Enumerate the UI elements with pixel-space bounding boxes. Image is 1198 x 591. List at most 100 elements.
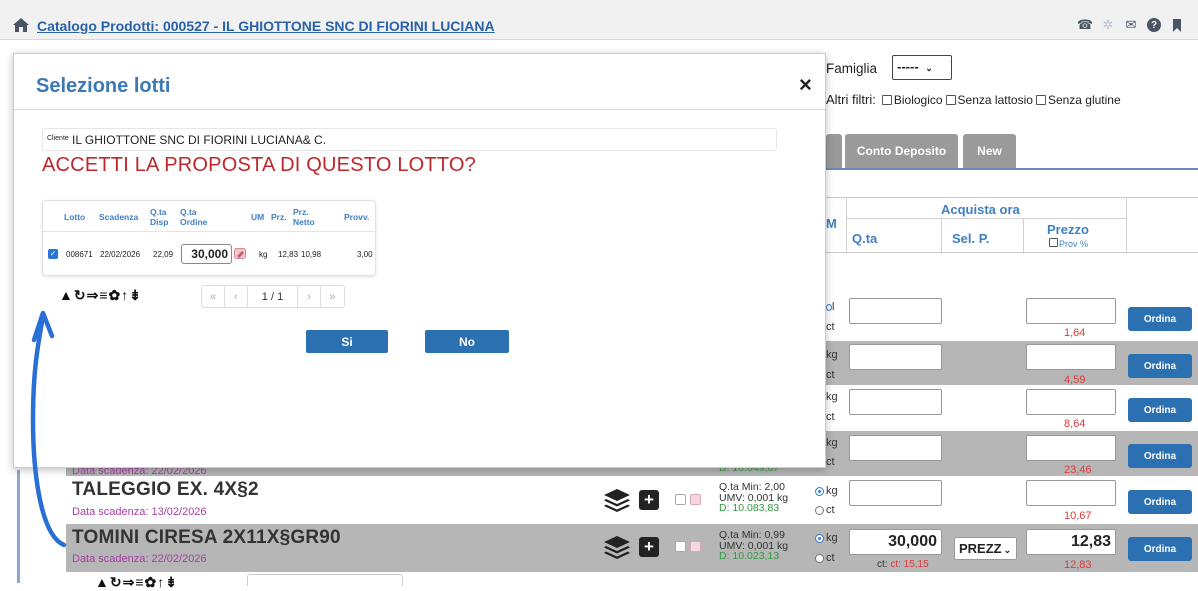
pager-prev[interactable]: ‹ — [225, 286, 248, 307]
um-option-kg[interactable]: kg — [815, 532, 838, 544]
ordina-button[interactable]: Ordina — [1128, 444, 1192, 468]
altri-filtri-label: Altri filtri: — [826, 92, 876, 107]
header-acquista-ora: Acquista ora — [941, 202, 1020, 217]
um-option-2[interactable]: ct — [826, 321, 835, 333]
lot-expiry: 22/02/2026 — [100, 250, 141, 259]
header-qta: Q.ta — [852, 231, 878, 246]
ordina-button[interactable]: Ordina — [1128, 537, 1192, 561]
prezzo-input[interactable]: 12,83 — [1026, 529, 1116, 555]
senza-glutine-checkbox[interactable] — [1035, 94, 1046, 105]
eraser-icon[interactable] — [234, 248, 246, 259]
lot-toolbar-icons[interactable]: ▲↻⇒≡✿↑⇟ — [59, 287, 142, 304]
option-checkbox[interactable] — [675, 541, 686, 552]
senza-glutine-label: Senza glutine — [1047, 92, 1121, 107]
pager-last[interactable]: » — [321, 286, 344, 307]
qta-input[interactable]: 30,000 — [849, 529, 942, 555]
prezzo-input[interactable] — [1026, 298, 1116, 324]
header-prezzo: Prezzo — [1047, 222, 1089, 237]
price-value: 1,64 — [1064, 327, 1086, 339]
price-value: 12,83 — [1064, 559, 1092, 571]
price-value: 8,64 — [1064, 418, 1086, 430]
um-option-1[interactable]: kg — [826, 437, 838, 449]
no-button[interactable]: No — [425, 330, 509, 353]
gear-icon[interactable]: ✲ — [1101, 17, 1115, 32]
lot-ordine-input[interactable]: 30,000 — [181, 244, 232, 264]
famiglia-select[interactable]: ----- ⌄ — [892, 55, 952, 80]
ordina-button[interactable]: Ordina — [1128, 490, 1192, 514]
modal-divider — [14, 109, 827, 110]
bottom-pager[interactable] — [247, 574, 403, 586]
mail-icon[interactable]: ✉ — [1124, 17, 1138, 32]
senza-lattosio-label: Senza lattosio — [957, 92, 1033, 107]
pager-page: 1 / 1 — [248, 286, 298, 307]
add-icon[interactable]: + — [639, 490, 659, 510]
tab-underline — [826, 168, 1198, 170]
col-scadenza: Scadenza — [99, 212, 139, 222]
help-icon[interactable]: ? — [1147, 18, 1161, 32]
col-um: UM — [251, 212, 265, 222]
prezzo-input[interactable] — [1026, 480, 1116, 506]
modal-title: Selezione lotti — [36, 75, 171, 97]
prezzo-input[interactable] — [1026, 344, 1116, 370]
ordina-button[interactable]: Ordina — [1128, 354, 1192, 378]
biologico-checkbox[interactable] — [881, 94, 892, 105]
prezzo-input[interactable] — [1026, 389, 1116, 415]
close-icon[interactable]: × — [799, 74, 812, 96]
si-button[interactable]: Si — [306, 330, 388, 353]
page-title[interactable]: Catalogo Prodotti: 000527 - IL GHIOTTONE… — [37, 18, 495, 34]
ordina-button[interactable]: Ordina — [1128, 398, 1192, 422]
ordina-button[interactable]: Ordina — [1128, 307, 1192, 331]
option-checkbox-pink[interactable] — [690, 541, 701, 552]
home-icon[interactable] — [12, 17, 30, 33]
header-um: M — [826, 216, 837, 231]
tab-conto-deposito[interactable]: Conto Deposito — [845, 134, 958, 168]
option-checkbox-pink[interactable] — [690, 494, 701, 505]
um-option-kg[interactable]: kg — [815, 485, 838, 497]
um-option-2[interactable]: ct — [826, 411, 835, 423]
add-icon[interactable]: + — [639, 537, 659, 557]
qta-input[interactable] — [849, 480, 942, 506]
um-option-ct[interactable]: ct — [815, 504, 835, 516]
qta-input[interactable] — [849, 344, 942, 370]
sel-price-select[interactable]: PREZZ ⌄ — [954, 537, 1017, 560]
ct-value: ct: 15,15 — [890, 559, 929, 570]
tab-new[interactable]: New — [963, 134, 1016, 168]
qta-input[interactable] — [849, 298, 942, 324]
lot-select-checkbox[interactable]: ✓ — [48, 249, 58, 259]
layers-icon[interactable] — [603, 535, 631, 559]
um-option-1[interactable]: l — [826, 301, 834, 313]
pager-first[interactable]: « — [202, 286, 225, 307]
altri-filtri: Altri filtri: Biologico Senza lattosio S… — [826, 92, 1121, 107]
um-option-ct[interactable]: ct — [815, 552, 835, 564]
um-option-2[interactable]: ct — [826, 456, 835, 468]
product-expiry: Data scadenza: 22/02/2026 — [72, 553, 207, 565]
left-accent-border — [17, 470, 20, 583]
cliente-field: Cliente IL GHIOTTONE SNC DI FIORINI LUCI… — [42, 128, 777, 151]
famiglia-value: ----- — [897, 59, 919, 74]
layers-icon[interactable] — [603, 488, 631, 512]
tab-hidden[interactable] — [826, 134, 842, 168]
qta-input[interactable] — [849, 435, 942, 461]
prov-checkbox[interactable] — [1049, 238, 1058, 247]
option-checkbox[interactable] — [675, 494, 686, 505]
col-qta-disp: Q.ta Disp — [150, 207, 169, 227]
cliente-name: IL GHIOTTONE SNC DI FIORINI LUCIANA& C. — [72, 133, 327, 147]
pager-next[interactable]: › — [298, 286, 321, 307]
lot-um: kg — [259, 250, 268, 259]
senza-lattosio-checkbox[interactable] — [945, 94, 956, 105]
confirm-question: ACCETTI LA PROPOSTA DI QUESTO LOTTO? — [42, 154, 476, 176]
um-option-2[interactable]: ct — [826, 369, 835, 381]
um-option-1[interactable]: kg — [826, 391, 838, 403]
cliente-label: Cliente — [47, 135, 69, 142]
bookmark-icon[interactable] — [1170, 18, 1184, 32]
prov-toggle[interactable]: Prov % — [1049, 238, 1088, 249]
product-qty-info: Q.ta Min: 0,99 UMV: 0,001 kg D: 10.023,13 — [719, 529, 789, 562]
qta-input[interactable] — [849, 389, 942, 415]
phone-icon[interactable]: ☎ — [1077, 17, 1093, 32]
prezzo-input[interactable] — [1026, 435, 1116, 461]
um-option-1[interactable]: kg — [826, 349, 838, 361]
famiglia-label: Famiglia — [826, 61, 878, 76]
product-name: TALEGGIO EX. 4X§2 — [72, 479, 259, 500]
col-lotto: Lotto — [64, 212, 86, 222]
col-prz-netto: Prz. Netto — [293, 207, 315, 227]
